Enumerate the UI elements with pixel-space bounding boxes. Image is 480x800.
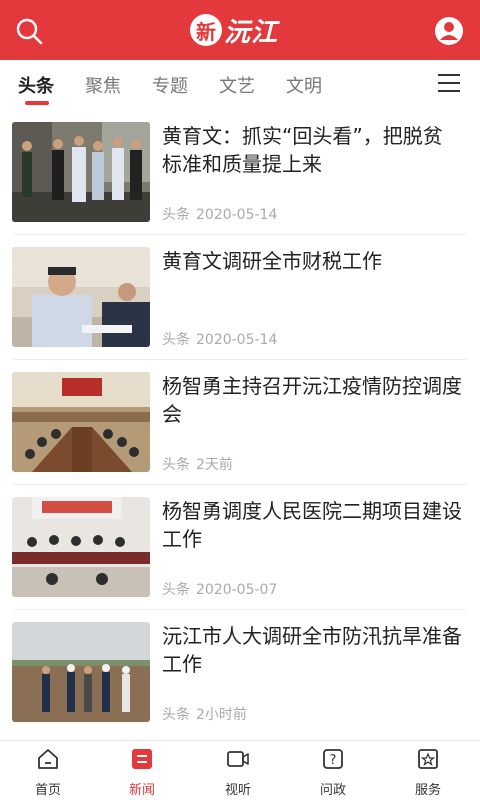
news-icon bbox=[132, 749, 152, 769]
article-title: 杨智勇调度人民医院二期项目建设工作 bbox=[162, 499, 462, 551]
article-date: 2020-05-14 bbox=[196, 332, 278, 348]
article-thumbnail bbox=[12, 247, 150, 347]
tab-civilization[interactable]: 文明 bbox=[286, 72, 322, 98]
article-title: 沅江市人大调研全市防汛抗旱准备工作 bbox=[162, 624, 462, 676]
tab-topics[interactable]: 专题 bbox=[152, 72, 188, 98]
service-icon bbox=[418, 749, 438, 769]
article-meta: 头条 2020-05-14 bbox=[162, 329, 277, 349]
article-source: 头条 bbox=[162, 582, 190, 598]
bottom-nav: 首页 新闻 视听 ? 问政 服务 bbox=[0, 740, 480, 800]
video-icon bbox=[227, 751, 249, 767]
top-bar: 新 沅江 bbox=[0, 0, 480, 60]
article-date: 2小时前 bbox=[196, 707, 247, 723]
article-thumbnail bbox=[12, 122, 150, 222]
nav-label: 视听 bbox=[224, 783, 251, 798]
active-tab-indicator bbox=[25, 101, 49, 105]
article-date: 2020-05-07 bbox=[196, 582, 278, 598]
home-icon bbox=[38, 749, 58, 769]
question-icon: ? bbox=[323, 749, 343, 769]
app-logo: 新 沅江 bbox=[190, 10, 290, 50]
nav-inquiry[interactable]: ? 问政 bbox=[303, 747, 363, 798]
article-meta: 头条 2020-05-07 bbox=[162, 579, 277, 599]
article-source: 头条 bbox=[162, 207, 190, 223]
article-meta: 头条 2小时前 bbox=[162, 704, 247, 724]
article-date: 2020-05-14 bbox=[196, 207, 278, 223]
article-meta: 头条 2天前 bbox=[162, 454, 233, 474]
article-title: 杨智勇主持召开沅江疫情防控调度会 bbox=[162, 374, 462, 426]
article-source: 头条 bbox=[162, 707, 190, 723]
nav-label: 首页 bbox=[34, 783, 61, 798]
user-profile-icon[interactable] bbox=[434, 16, 464, 46]
article-thumbnail bbox=[12, 372, 150, 472]
nav-label: 问政 bbox=[319, 783, 346, 798]
nav-label: 服务 bbox=[414, 783, 441, 798]
article-thumbnail bbox=[12, 497, 150, 597]
article-meta: 头条 2020-05-14 bbox=[162, 204, 277, 224]
category-tabs: 头条 聚焦 专题 文艺 文明 bbox=[0, 60, 480, 108]
news-item[interactable]: 沅江市人大调研全市防汛抗旱准备工作 头条 2小时前 bbox=[0, 610, 480, 735]
news-item[interactable]: 杨智勇调度人民医院二期项目建设工作 头条 2020-05-07 bbox=[0, 485, 480, 610]
logo-badge: 新 bbox=[190, 14, 222, 46]
nav-news[interactable]: 新闻 bbox=[112, 747, 172, 798]
menu-icon[interactable] bbox=[438, 74, 460, 92]
nav-service[interactable]: 服务 bbox=[398, 747, 458, 798]
article-title: 黄育文调研全市财税工作 bbox=[162, 249, 382, 273]
news-item[interactable]: 杨智勇主持召开沅江疫情防控调度会 头条 2天前 bbox=[0, 360, 480, 485]
news-item[interactable]: 黄育文：抓实“回头看”，把脱贫标准和质量提上来 头条 2020-05-14 bbox=[0, 110, 480, 235]
logo-text: 沅江 bbox=[224, 17, 279, 48]
article-thumbnail bbox=[12, 622, 150, 722]
article-date: 2天前 bbox=[196, 457, 233, 473]
news-item[interactable]: 黄育文调研全市财税工作 头条 2020-05-14 bbox=[0, 235, 480, 360]
nav-video[interactable]: 视听 bbox=[208, 747, 268, 798]
article-title: 黄育文：抓实“回头看”，把脱贫标准和质量提上来 bbox=[162, 124, 443, 176]
svg-text:?: ? bbox=[330, 753, 337, 768]
tab-focus[interactable]: 聚焦 bbox=[85, 72, 121, 98]
search-icon[interactable] bbox=[14, 16, 44, 46]
article-source: 头条 bbox=[162, 332, 190, 348]
tab-headline[interactable]: 头条 bbox=[18, 72, 54, 98]
article-source: 头条 bbox=[162, 457, 190, 473]
tab-arts[interactable]: 文艺 bbox=[219, 72, 255, 98]
nav-home[interactable]: 首页 bbox=[18, 747, 78, 798]
nav-label: 新闻 bbox=[128, 783, 155, 798]
